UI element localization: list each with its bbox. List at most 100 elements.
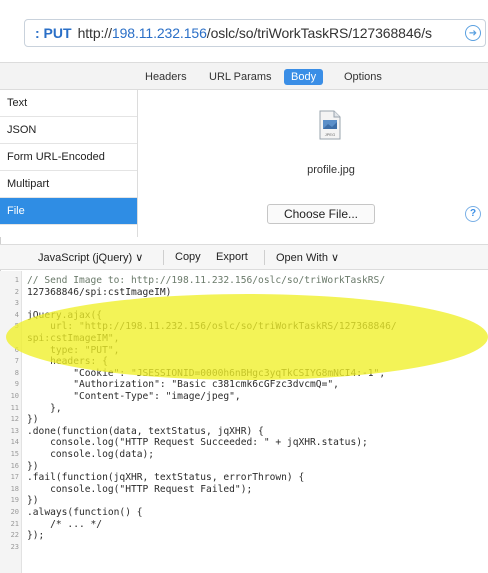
help-icon[interactable]: ? xyxy=(465,206,481,222)
image-file-icon: JPEG xyxy=(319,110,341,140)
tab-headers[interactable]: Headers xyxy=(138,69,194,85)
line-number: 16 xyxy=(10,461,19,470)
code-line: 15 console.log(data); xyxy=(0,449,488,460)
code-line: 6 type: "PUT", xyxy=(0,345,488,356)
code-text: }) xyxy=(27,495,39,507)
code-text: .fail(function(jqXHR, textStatus, errorT… xyxy=(27,472,305,484)
code-line: 7 headers: { xyxy=(0,356,488,367)
code-text: .always(function() { xyxy=(27,507,143,518)
code-text: "Authorization": "Basic c381cmk6cGFzc3dv… xyxy=(27,379,339,391)
export-button[interactable]: Export xyxy=(216,251,248,263)
code-text: }, xyxy=(27,402,62,414)
code-text: 127368846/spi:cstImageIM) xyxy=(27,286,172,298)
code-line: 17 .fail(function(jqXHR, textStatus, erro… xyxy=(0,472,488,483)
body-type-file[interactable]: File xyxy=(0,198,137,225)
code-line: 22}); xyxy=(0,530,488,541)
line-number: 22 xyxy=(10,531,19,540)
url-host: 198.11.232.156 xyxy=(111,25,207,41)
code-line: 14 console.log("HTTP Request Succeeded: … xyxy=(0,437,488,448)
selected-file-name: profile.jpg xyxy=(307,164,355,176)
code-line: 20 .always(function() { xyxy=(0,507,488,518)
open-with-button[interactable]: Open With ∨ xyxy=(276,251,339,264)
code-text: }); xyxy=(27,530,45,542)
line-number: 2 xyxy=(14,287,19,296)
line-number: 8 xyxy=(14,368,19,377)
code-line: 10 "Content-Type": "image/jpeg", xyxy=(0,391,488,402)
code-text: /* ... */ xyxy=(27,518,103,530)
code-line: 1 // Send Image to: http://198.11.232.156… xyxy=(0,275,488,286)
body-type-list: Text JSON Form URL-Encoded Multipart Fil… xyxy=(0,90,138,237)
code-line: 2 127368846/spi:cstImageIM) xyxy=(0,287,488,298)
code-text: "Content-Type": "image/jpeg", xyxy=(27,391,241,402)
code-line: 19}) xyxy=(0,495,488,506)
code-line: 9 "Authorization": "Basic c381cmk6cGFzc3… xyxy=(0,379,488,390)
line-number: 21 xyxy=(10,519,19,528)
line-number: 9 xyxy=(14,380,19,389)
line-number: 4 xyxy=(14,310,19,319)
line-number: 20 xyxy=(10,508,19,516)
copy-button[interactable]: Copy xyxy=(175,251,201,263)
code-line: 21 /* ... */ xyxy=(0,519,488,530)
line-number: 7 xyxy=(14,357,19,366)
code-line: 8 "Cookie": "JSESSIONID=0000h6nBHgc3yqTk… xyxy=(0,368,488,379)
line-number: 23 xyxy=(10,542,19,551)
file-icon-label: JPEG xyxy=(325,132,335,137)
body-type-form-url-encoded[interactable]: Form URL-Encoded xyxy=(0,144,137,171)
code-text: console.log("HTTP Request Succeeded: " +… xyxy=(27,437,368,449)
line-number: 15 xyxy=(10,450,19,458)
url-field[interactable]: http://198.11.232.156/oslc/so/triWorkTas… xyxy=(78,25,432,41)
line-number: 12 xyxy=(10,415,19,424)
http-client-window: : PUT http://198.11.232.156/oslc/so/triW… xyxy=(0,0,488,573)
code-line: 11 }, xyxy=(0,403,488,414)
code-line: 16}) xyxy=(0,461,488,472)
code-text: headers: { xyxy=(27,356,108,368)
request-tabs: Headers URL Params Body Options xyxy=(0,62,488,90)
http-method-selector[interactable]: : PUT xyxy=(35,25,72,41)
line-number: 13 xyxy=(10,426,19,435)
toolbar-divider xyxy=(163,250,164,265)
line-number: 18 xyxy=(10,484,19,493)
code-line: 12}) xyxy=(0,414,488,425)
code-editor[interactable]: 1 // Send Image to: http://198.11.232.156… xyxy=(0,271,488,573)
language-selector[interactable]: JavaScript (jQuery) ∨ xyxy=(38,251,143,264)
tab-body[interactable]: Body xyxy=(284,69,324,85)
url-bar-region: : PUT http://198.11.232.156/oslc/so/triW… xyxy=(0,0,488,62)
line-number: 10 xyxy=(10,392,19,400)
code-line: 23 xyxy=(0,542,488,553)
line-number: 19 xyxy=(10,496,19,505)
line-number: 6 xyxy=(14,345,19,354)
code-line: 18 console.log("HTTP Request Failed"); xyxy=(0,484,488,495)
body-type-multipart[interactable]: Multipart xyxy=(0,171,137,198)
line-number: 11 xyxy=(10,403,19,412)
send-arrow-icon[interactable]: ➜ xyxy=(465,25,481,41)
code-line: spi:cstImageIM", xyxy=(0,333,488,344)
code-line: 4 jQuery.ajax({ xyxy=(0,310,488,321)
code-line: 13 .done(function(data, textStatus, jqXHR… xyxy=(0,426,488,437)
url-prefix: http:// xyxy=(77,25,112,41)
code-text: type: "PUT", xyxy=(27,344,120,356)
code-text: console.log(data); xyxy=(27,449,155,460)
toolbar-divider xyxy=(264,250,265,265)
tab-url-params[interactable]: URL Params xyxy=(202,69,279,85)
code-text: .done(function(data, textStatus, jqXHR) … xyxy=(27,425,264,437)
code-line: 5 url: "http://198.11.232.156/oslc/so/tr… xyxy=(0,321,488,332)
code-text: "Cookie": "JSESSIONID=0000h6nBHgc3yqTkCS… xyxy=(27,367,386,379)
code-text: }) xyxy=(27,414,39,426)
file-body-panel: JPEG profile.jpg Choose File... ? xyxy=(139,90,488,237)
body-type-text[interactable]: Text xyxy=(0,90,137,117)
code-text: spi:cstImageIM", xyxy=(27,333,120,344)
line-number: 3 xyxy=(14,299,19,308)
line-number: 17 xyxy=(10,473,19,482)
line-number: 5 xyxy=(14,322,19,331)
url-bar[interactable]: : PUT http://198.11.232.156/oslc/so/triW… xyxy=(24,19,486,47)
code-text: // Send Image to: http://198.11.232.156/… xyxy=(27,275,386,286)
body-type-json[interactable]: JSON xyxy=(0,117,137,144)
code-generator-toolbar: JavaScript (jQuery) ∨ Copy Export Open W… xyxy=(0,244,488,270)
code-text: console.log("HTTP Request Failed"); xyxy=(27,483,253,495)
url-path: /oslc/so/triWorkTaskRS/127368846/s xyxy=(206,25,432,41)
choose-file-button[interactable]: Choose File... xyxy=(267,204,375,224)
code-text: }) xyxy=(27,460,39,472)
line-number: 1 xyxy=(14,276,19,284)
code-line: 3 xyxy=(0,298,488,309)
tab-options[interactable]: Options xyxy=(337,69,389,85)
